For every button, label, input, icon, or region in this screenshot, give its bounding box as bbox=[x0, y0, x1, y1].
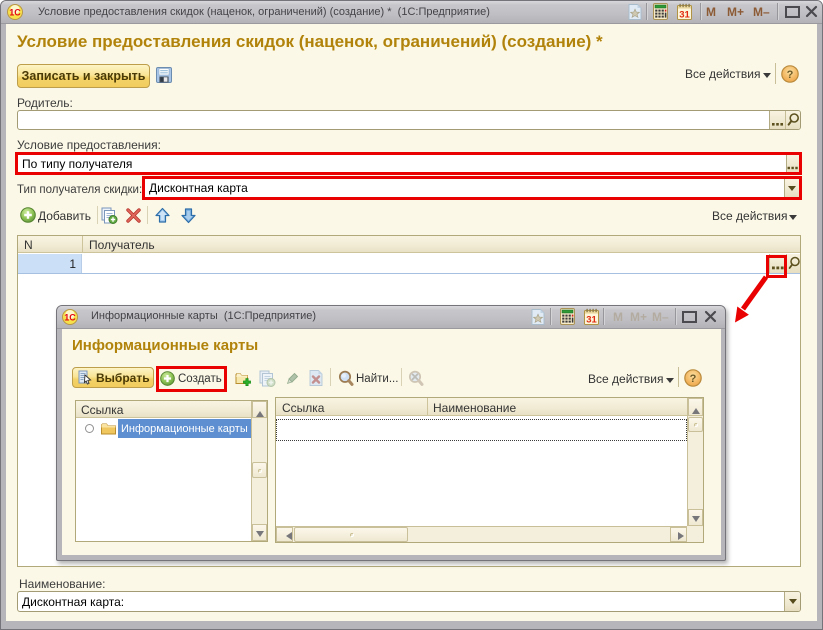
svg-text:31: 31 bbox=[679, 10, 690, 20]
svg-text:1С: 1С bbox=[9, 8, 21, 18]
svg-text:?: ? bbox=[787, 69, 794, 81]
